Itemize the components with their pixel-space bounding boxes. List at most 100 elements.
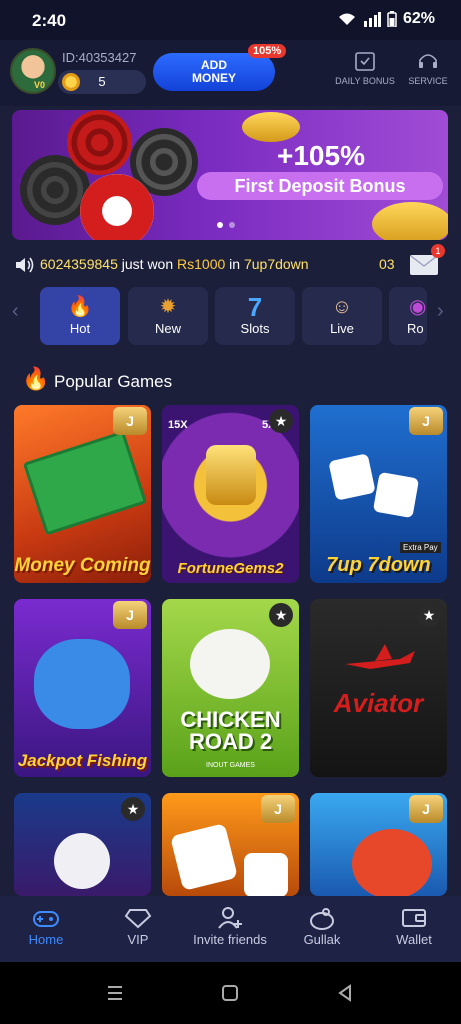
home-icon[interactable]: [221, 984, 239, 1002]
multiplier-label: 15X: [168, 419, 188, 431]
gold-coin-icon: [242, 112, 300, 142]
add-money-label-2: MONEY: [191, 71, 236, 85]
category-roulette[interactable]: ◉ Ro: [389, 287, 427, 345]
daily-bonus-button[interactable]: DAILY BONUS: [330, 50, 400, 86]
nav-vip[interactable]: VIP: [92, 904, 184, 947]
nav-label: Invite friends: [193, 932, 267, 947]
banner-percent: +105%: [277, 140, 365, 171]
battery-icon: [387, 11, 397, 27]
nav-label: Wallet: [396, 932, 432, 947]
airplane-icon: [345, 644, 415, 669]
signal-icon: [363, 12, 381, 27]
money-bill-icon: [22, 430, 148, 536]
marquee-next: 03: [379, 256, 395, 272]
add-user-icon: [184, 904, 276, 932]
gamepad-icon: [0, 904, 92, 932]
jili-badge: J: [409, 795, 443, 823]
nav-invite-friends[interactable]: Invite friends: [184, 904, 276, 947]
wifi-icon: [338, 13, 355, 25]
carousel-dot[interactable]: [229, 222, 235, 228]
game-tile-chicken-road-2[interactable]: ★ CHICKEN ROAD 2 INOUT GAMES: [162, 599, 299, 777]
winning-game: 7up7down: [243, 256, 309, 272]
seven-icon: 7: [247, 292, 263, 322]
top-header: V0 ID:40353427 5 ADD MONEY 105% DAILY BO…: [0, 40, 461, 106]
roulette-icon: ◉: [409, 296, 427, 318]
carousel-dot[interactable]: [217, 222, 223, 228]
game-tile-rabbit[interactable]: ★: [14, 793, 151, 896]
favorite-star-icon[interactable]: ★: [269, 603, 293, 627]
system-nav-bar: [0, 962, 461, 1024]
bottom-nav: Home VIP Invite friends Gullak Wallet: [0, 896, 461, 962]
jili-badge: J: [261, 795, 295, 823]
game-tile-fortune-gems-2[interactable]: 15X 5X ★ FortuneGems2: [162, 405, 299, 583]
game-title: FortuneGems2: [177, 560, 284, 577]
daily-bonus-label: DAILY BONUS: [335, 76, 395, 86]
headset-icon: [419, 54, 437, 68]
balance-value: 5: [98, 74, 106, 89]
game-provider: INOUT GAMES: [206, 762, 255, 769]
game-title: Jackpot Fishing: [17, 751, 148, 770]
category-new[interactable]: ✹ New: [128, 287, 208, 345]
marquee-in: in: [225, 256, 244, 272]
game-title: Aviator: [333, 688, 424, 718]
user-id: ID:40353427: [62, 50, 137, 65]
category-slots[interactable]: 7 Slots: [215, 287, 295, 345]
speaker-icon: [16, 257, 34, 273]
dice-icon: [244, 853, 288, 896]
popular-games-title: Popular Games: [54, 372, 173, 391]
category-label: Live: [330, 321, 354, 336]
game-tile-aviator[interactable]: ★ Aviator: [310, 599, 447, 777]
golden-idol-icon: [206, 445, 256, 505]
back-icon[interactable]: [336, 984, 354, 1002]
category-label: Ro: [407, 321, 424, 336]
jili-badge: J: [409, 407, 443, 435]
jili-badge: J: [113, 601, 147, 629]
game-tile-fish[interactable]: J: [310, 793, 447, 896]
dice-icon: [328, 453, 376, 501]
balance-box[interactable]: 5: [58, 70, 146, 94]
game-tile-money-coming[interactable]: J Money Coming: [14, 405, 151, 583]
nav-label: VIP: [127, 932, 149, 947]
nav-gullak[interactable]: Gullak: [276, 904, 368, 947]
piggy-bank-icon: [276, 904, 368, 932]
favorite-star-icon[interactable]: ★: [417, 603, 441, 627]
vip-level-badge: V0: [34, 80, 46, 90]
carousel-dots: [217, 222, 235, 228]
marquee-just-won: just won: [117, 256, 178, 272]
mail-icon[interactable]: [410, 255, 438, 275]
nav-home[interactable]: Home: [0, 904, 92, 947]
dice-icon: [170, 823, 238, 891]
promo-banner[interactable]: +105% First Deposit Bonus: [12, 110, 448, 240]
game-tile-jackpot-fishing[interactable]: J Jackpot Fishing: [14, 599, 151, 777]
poker-chip-stack: [67, 110, 132, 175]
status-icons: 62%: [337, 10, 435, 28]
status-bar: 2:40 62%: [0, 0, 461, 40]
battery-percent: 62%: [402, 10, 435, 27]
recent-apps-icon[interactable]: [106, 984, 124, 1002]
category-hot[interactable]: 🔥 Hot: [40, 287, 120, 345]
banner-text: First Deposit Bonus: [197, 172, 443, 200]
flame-icon: 🔥: [22, 366, 50, 391]
mail-badge: 1: [431, 244, 445, 258]
avatar[interactable]: V0: [10, 48, 56, 94]
chevron-left-icon[interactable]: ‹: [12, 300, 19, 323]
winner-id: 6024359845: [40, 256, 118, 272]
favorite-star-icon[interactable]: ★: [121, 797, 145, 821]
service-button[interactable]: SERVICE: [393, 50, 461, 86]
nav-label: Gullak: [303, 932, 341, 947]
winners-marquee: 6024359845 just won Rs1000 in 7up7down 0…: [0, 252, 461, 278]
shark-icon: [34, 639, 130, 729]
add-money-button[interactable]: ADD MONEY: [153, 53, 275, 91]
calendar-check-icon: [355, 52, 375, 71]
category-live[interactable]: ☺ Live: [302, 287, 382, 345]
status-time: 2:40: [32, 11, 67, 30]
game-tile-7up-7down[interactable]: J Extra Pay 7up 7down: [310, 405, 447, 583]
dice-icon: [372, 471, 420, 519]
new-badge-icon: ✹: [159, 296, 177, 318]
game-title: CHICKEN ROAD 2: [180, 707, 281, 754]
favorite-star-icon[interactable]: ★: [269, 409, 293, 433]
chevron-right-icon[interactable]: ›: [437, 300, 444, 323]
nav-wallet[interactable]: Wallet: [368, 904, 460, 947]
game-title: Money Coming: [14, 555, 151, 576]
game-tile-dice[interactable]: J: [162, 793, 299, 896]
